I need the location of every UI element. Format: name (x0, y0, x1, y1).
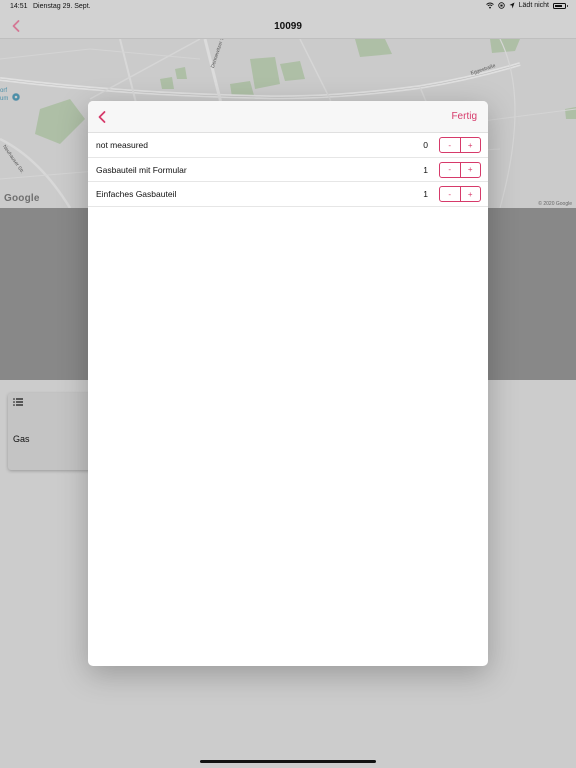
map-street-label: orf (0, 88, 8, 94)
quantity-stepper: - + (439, 186, 481, 202)
status-bar: 14:51 Dienstag 29. Sept. Lädt nicht (0, 0, 576, 14)
status-time: 14:51 (10, 3, 28, 10)
done-button[interactable]: Fertig (451, 111, 477, 122)
item-label: Gasbauteil mit Formular (96, 164, 187, 175)
category-label: Gas (13, 434, 30, 444)
wifi-icon (485, 2, 494, 9)
battery-icon (553, 2, 568, 9)
map-brand-logo: Google (4, 193, 40, 204)
modal-header: Fertig (88, 101, 488, 133)
item-label: not measured (96, 140, 148, 150)
decrement-button[interactable]: - (440, 138, 460, 152)
location-arrow-icon (509, 2, 515, 9)
status-date: Dienstag 29. Sept. (33, 3, 91, 10)
counter-modal: Fertig not measured 0 - + Gasbauteil mit… (88, 101, 488, 666)
nav-bar: 10099 (0, 14, 576, 39)
decrement-button[interactable]: - (440, 163, 460, 177)
page-title: 10099 (274, 21, 302, 32)
back-chevron-icon[interactable] (94, 108, 112, 126)
charging-status: Lädt nicht (518, 2, 549, 9)
map-street-label: um (0, 96, 9, 102)
increment-button[interactable]: + (459, 162, 481, 177)
map-copyright: © 2020 Google (538, 201, 572, 207)
list-item: not measured 0 - + (88, 133, 488, 158)
status-indicators: Lädt nicht (485, 2, 568, 9)
item-label: Einfaches Gasbauteil (96, 189, 177, 199)
orientation-lock-icon (497, 2, 505, 9)
item-count: 1 (423, 189, 428, 199)
item-count: 0 (423, 140, 428, 150)
list-item: Einfaches Gasbauteil 1 - + (88, 182, 488, 207)
increment-button[interactable]: + (459, 187, 481, 201)
counter-list: not measured 0 - + Gasbauteil mit Formul… (88, 133, 488, 207)
increment-button[interactable]: + (459, 138, 481, 152)
quantity-stepper: - + (439, 137, 481, 153)
list-icon (13, 398, 23, 406)
home-indicator[interactable] (200, 760, 376, 763)
quantity-stepper: - + (439, 161, 481, 178)
decrement-button[interactable]: - (440, 187, 460, 201)
list-item: Gasbauteil mit Formular 1 - + (88, 158, 488, 182)
item-count: 1 (423, 164, 428, 175)
